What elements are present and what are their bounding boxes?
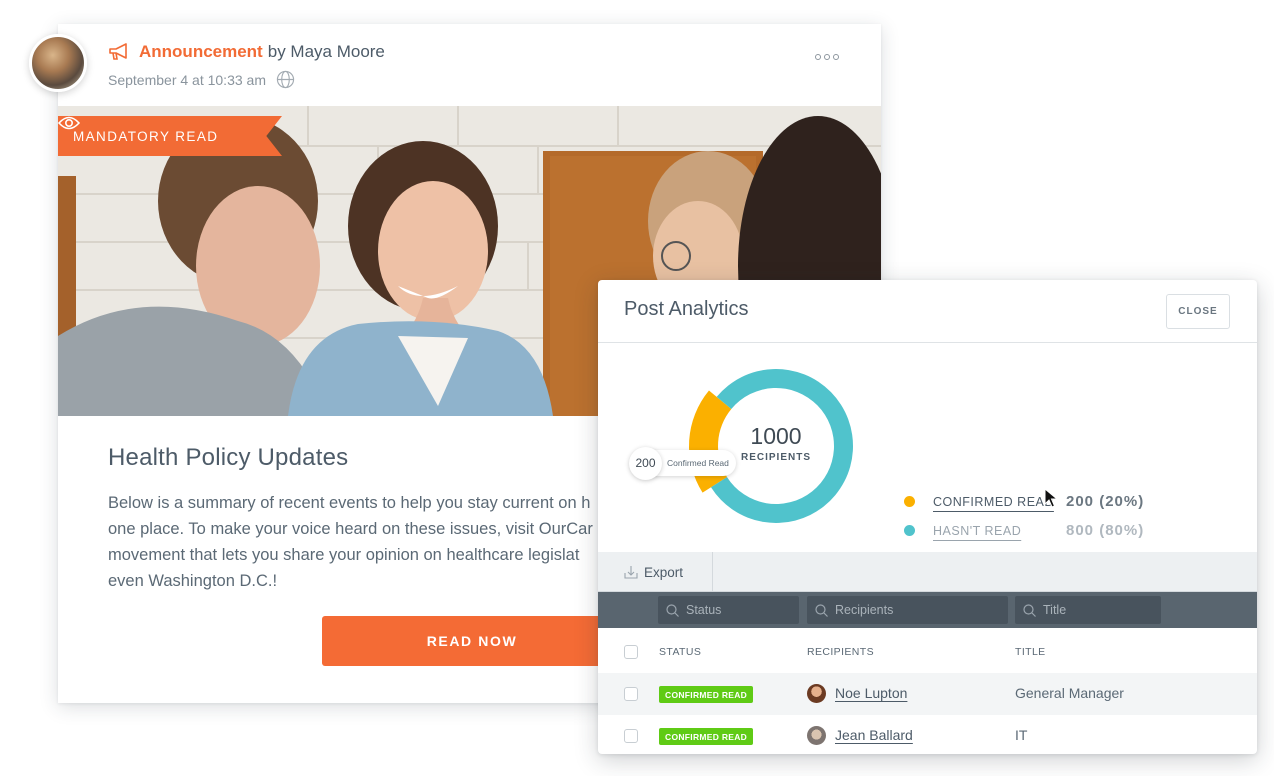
donut-slice-confirmed-read[interactable] [689,390,732,493]
mouse-cursor-icon [1044,488,1058,508]
export-label: Export [644,564,684,580]
post-analytics-panel: Post Analytics CLOSE 1000 RECIPIENTS 200… [598,280,1257,754]
analytics-title: Post Analytics [624,298,749,320]
row-checkbox[interactable] [624,729,638,743]
megaphone-icon [109,43,127,60]
eye-icon [58,116,80,130]
column-header-status[interactable]: STATUS [659,646,701,658]
legend-dot-hasnt-read [904,525,915,536]
download-icon [624,566,638,579]
export-button[interactable]: Export [598,552,713,592]
title-filter-placeholder: Title [1043,603,1067,617]
post-type-label[interactable]: Announcement [139,42,263,62]
post-text: Below is a summary of recent events to h… [108,490,628,594]
legend-label[interactable]: HASN'T READ [933,524,1066,538]
close-button[interactable]: CLOSE [1166,294,1230,329]
column-header-title[interactable]: TITLE [1015,646,1046,658]
post-meta: September 4 at 10:33 am [108,70,295,89]
search-icon [1023,603,1036,617]
donut-center: 1000 RECIPIENTS [726,423,826,463]
post-text-line: Below is a summary of recent events to h… [108,494,591,512]
post-author: by Maya Moore [267,42,385,61]
donut-total: 1000 [750,423,802,449]
title-filter-input[interactable]: Title [1015,596,1161,624]
filter-bar: Status Recipients Title [598,592,1257,628]
more-options-icon[interactable] [811,50,843,64]
globe-icon [276,70,295,89]
table-toolbar: Export [598,552,1257,592]
legend-item-hasnt-read[interactable]: HASN'T READ 800 (80%) [904,516,1144,545]
recipient-title: General Manager [1015,685,1124,701]
legend-value: 200 (20%) [1066,493,1145,510]
post-header: Announcement by Maya Moore September 4 a… [108,42,881,106]
legend-dot-confirmed [904,496,915,507]
recipient-avatar [807,726,826,745]
select-all-checkbox[interactable] [624,645,638,659]
recipient-name-link[interactable]: Jean Ballard [835,727,913,743]
status-badge: CONFIRMED READ [659,728,754,745]
search-icon [666,603,679,617]
post-timestamp: September 4 at 10:33 am [108,71,266,88]
recipients-filter-input[interactable]: Recipients [807,596,1008,624]
status-filter-input[interactable]: Status [658,596,799,624]
search-icon [815,603,828,617]
chart-tooltip: 200 Confirmed Read [629,446,736,480]
legend-item-confirmed-read[interactable]: CONFIRMED READ 200 (20%) [904,487,1144,516]
table-row[interactable]: CONFIRMED READ Jean Ballard IT [598,715,1257,754]
read-now-button[interactable]: READ NOW [322,616,622,666]
status-filter-placeholder: Status [686,603,722,617]
legend-value: 800 (80%) [1066,522,1145,539]
ribbon-label: MANDATORY READ [73,128,219,144]
recipients-filter-placeholder: Recipients [835,603,894,617]
recipient-avatar [807,684,826,703]
post-author-line: Announcement by Maya Moore [108,42,385,62]
post-text-line: movement that lets you share your opinio… [108,546,580,564]
author-avatar[interactable] [29,34,87,92]
recipient-title: IT [1015,727,1028,743]
status-badge: CONFIRMED READ [659,686,754,703]
mandatory-read-ribbon: MANDATORY READ [58,116,282,156]
post-text-line: even Washington D.C.! [108,572,278,590]
tooltip-value: 200 [629,446,662,480]
table-header: STATUS RECIPIENTS TITLE [598,628,1257,673]
table-row[interactable]: CONFIRMED READ Noe Lupton General Manage… [598,673,1257,715]
donut-total-label: RECIPIENTS [740,452,811,463]
tooltip-label: Confirmed Read [667,458,729,468]
chart-legend: CONFIRMED READ 200 (20%) HASN'T READ 800… [904,487,1144,545]
column-header-recipients[interactable]: RECIPIENTS [807,646,874,658]
chart-area: 1000 RECIPIENTS 200 Confirmed Read CONFI… [598,343,1257,552]
analytics-header: Post Analytics CLOSE [598,280,1257,343]
row-checkbox[interactable] [624,687,638,701]
post-text-line: one place. To make your voice heard on t… [108,520,593,538]
recipient-name-link[interactable]: Noe Lupton [835,685,907,701]
